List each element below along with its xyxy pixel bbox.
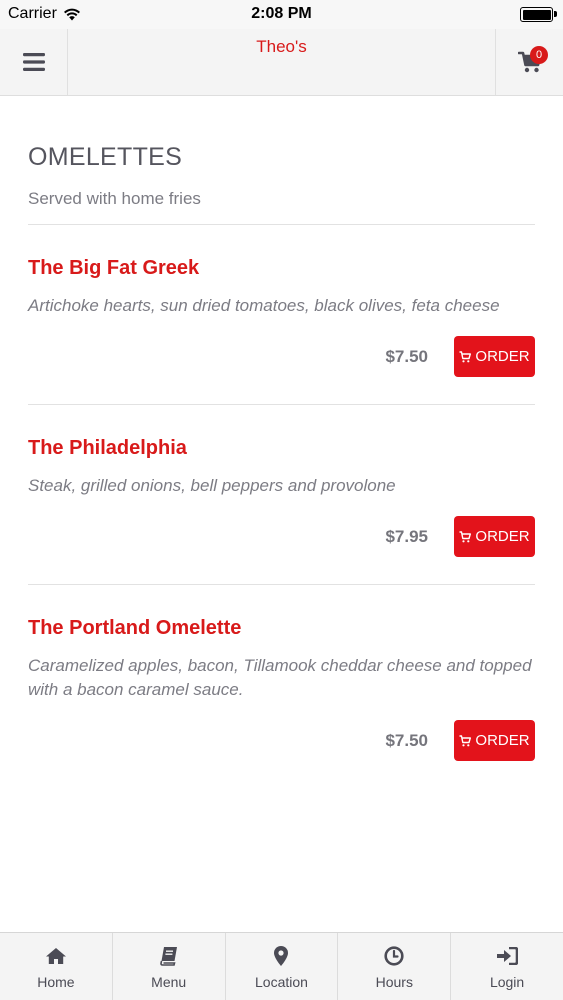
section-title: OMELETTES bbox=[28, 143, 183, 171]
order-button[interactable]: ORDER bbox=[454, 336, 535, 377]
tab-label: Location bbox=[255, 974, 308, 990]
status-bar: Carrier 2:08 PM bbox=[0, 0, 563, 29]
menu-item: The Portland Omelette Caramelized apples… bbox=[28, 585, 535, 788]
item-description: Steak, grilled onions, bell peppers and … bbox=[28, 476, 396, 495]
cart-button[interactable]: 0 bbox=[495, 29, 563, 95]
cart-small-icon bbox=[459, 734, 472, 746]
item-name: The Portland Omelette bbox=[28, 617, 242, 639]
tab-location[interactable]: Location bbox=[226, 933, 339, 1000]
section-subtitle: Served with home fries bbox=[28, 189, 201, 208]
bottom-tab-bar: Home Menu Location Hours Login bbox=[0, 932, 563, 1000]
item-name: The Big Fat Greek bbox=[28, 257, 200, 279]
tab-label: Login bbox=[489, 974, 525, 990]
sign-in-icon bbox=[497, 947, 519, 965]
item-footer: $7.50 ORDER bbox=[28, 720, 535, 761]
home-icon bbox=[45, 948, 66, 964]
item-name: The Philadelphia bbox=[28, 437, 187, 459]
cart-small-icon bbox=[459, 530, 472, 542]
item-description: Artichoke hearts, sun dried tomatoes, bl… bbox=[28, 296, 500, 315]
restaurant-title: Theo's bbox=[256, 37, 307, 56]
cart-count-badge: 0 bbox=[530, 46, 548, 64]
order-button[interactable]: ORDER bbox=[454, 516, 535, 557]
battery-tip bbox=[554, 11, 557, 17]
menu-toggle-button[interactable] bbox=[0, 29, 68, 95]
app-header: Theo's 0 bbox=[0, 29, 563, 96]
tab-label: Home bbox=[37, 974, 75, 990]
battery-icon bbox=[520, 7, 553, 22]
book-icon bbox=[159, 947, 177, 966]
item-price: $7.50 bbox=[385, 346, 428, 366]
tab-home[interactable]: Home bbox=[0, 933, 113, 1000]
item-price: $7.50 bbox=[385, 730, 428, 750]
tab-menu[interactable]: Menu bbox=[113, 933, 226, 1000]
hamburger-icon bbox=[22, 53, 45, 71]
cart-small-icon bbox=[459, 350, 472, 362]
order-button-label: ORDER bbox=[475, 732, 530, 749]
menu-item: The Big Fat Greek Artichoke hearts, sun … bbox=[28, 225, 535, 405]
tab-label: Hours bbox=[375, 974, 413, 990]
tab-label: Menu bbox=[151, 974, 187, 990]
order-button[interactable]: ORDER bbox=[454, 720, 535, 761]
tab-login[interactable]: Login bbox=[451, 933, 563, 1000]
order-button-label: ORDER bbox=[475, 348, 530, 365]
tab-hours[interactable]: Hours bbox=[338, 933, 452, 1000]
item-footer: $7.95 ORDER bbox=[28, 516, 535, 557]
item-price: $7.95 bbox=[385, 526, 428, 546]
item-description: Caramelized apples, bacon, Tillamook che… bbox=[28, 656, 532, 699]
status-time: 2:08 PM bbox=[251, 5, 312, 22]
menu-item: The Philadelphia Steak, grilled onions, … bbox=[28, 405, 535, 585]
order-button-label: ORDER bbox=[475, 528, 530, 545]
clock-icon bbox=[384, 946, 404, 966]
menu-content: OMELETTES Served with home fries The Big… bbox=[28, 96, 535, 788]
map-marker-icon bbox=[274, 946, 289, 966]
item-footer: $7.50 ORDER bbox=[28, 336, 535, 377]
